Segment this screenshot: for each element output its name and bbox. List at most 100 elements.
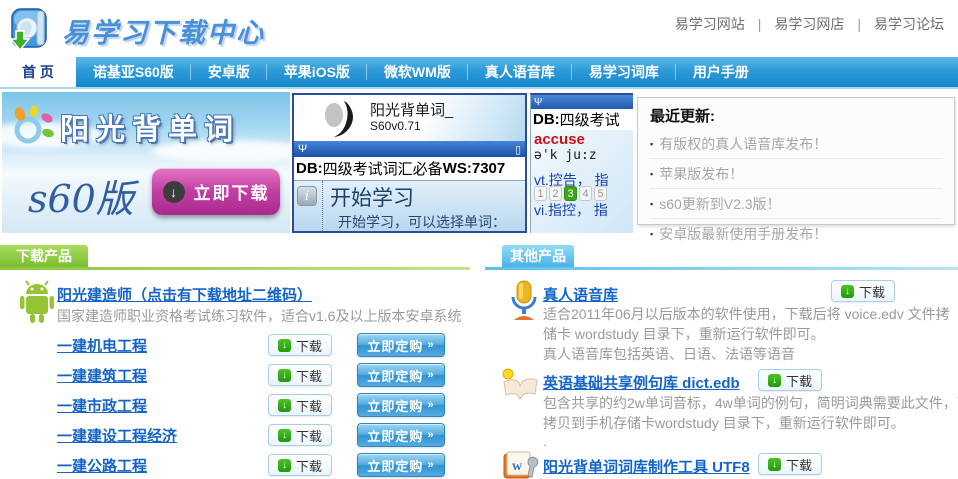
- update-text: 安卓版最新使用手册发布！: [659, 224, 827, 244]
- download-button[interactable]: ↓ 下载: [758, 369, 822, 391]
- download-button[interactable]: ↓ 下载: [268, 334, 332, 356]
- bullet-icon: ▪: [650, 140, 653, 149]
- product-row: 一建市政工程 ↓ 下载 立即定购 »: [57, 390, 457, 420]
- promo-banner[interactable]: 阳光背单词 s60版 ↓ 立即下载: [2, 92, 290, 233]
- nav-user-manual[interactable]: 用户手册: [676, 57, 766, 87]
- download-label: 下载: [786, 371, 812, 390]
- banner-title: 阳光背单词: [60, 106, 240, 148]
- download-button[interactable]: ↓ 下载: [268, 454, 332, 476]
- site-title: 易学习下载中心: [62, 11, 265, 50]
- page-5[interactable]: 5: [594, 186, 607, 201]
- desc-line: 真人语音库包括英语、日语、法语等语音: [543, 344, 795, 364]
- page-4[interactable]: 4: [579, 186, 592, 201]
- order-button[interactable]: 立即定购 »: [357, 363, 445, 387]
- app-splash: 阳光背单词_ S60v0.71: [294, 95, 525, 141]
- top-links: 易学习网站 | 易学习网店 | 易学习论坛: [675, 14, 944, 34]
- download-button[interactable]: ↓ 下载: [268, 424, 332, 446]
- download-arrow-icon: ↓: [768, 458, 781, 471]
- order-button[interactable]: 立即定购 »: [357, 393, 445, 417]
- desc-line: 适合2011年06月以后版本的软件使用，下载后将 voice.edv 文件拷: [543, 304, 950, 324]
- order-label: 立即定购: [367, 456, 423, 475]
- other-product-link-dict[interactable]: 英语基础共享例句库 dict.edb: [543, 372, 740, 393]
- order-arrow-icon: »: [427, 399, 434, 411]
- order-arrow-icon: »: [427, 369, 434, 381]
- banner-download-label: 立即下载: [194, 179, 270, 204]
- microphone-icon[interactable]: [506, 279, 542, 326]
- order-button[interactable]: 立即定购 »: [357, 453, 445, 477]
- app-title: 阳光背单词_: [370, 99, 453, 120]
- download-button[interactable]: ↓ 下载: [268, 364, 332, 386]
- download-button[interactable]: ↓ 下载: [268, 394, 332, 416]
- product-link-gonglu[interactable]: 一建公路工程: [57, 455, 268, 476]
- download-arrow-icon: ↓: [841, 285, 854, 298]
- banner-subtitle: s60版: [28, 168, 134, 223]
- word-meaning-vi: vi.指控， 指: [534, 200, 608, 220]
- other-product-link-voice[interactable]: 真人语音库: [543, 284, 618, 305]
- nav-voice-library[interactable]: 真人语音库: [468, 57, 572, 87]
- page-1[interactable]: 1: [534, 186, 547, 201]
- app-menu: i 开始学习 开始学习，可以选择单词：: [294, 180, 525, 231]
- menu-item-desc: 开始学习，可以选择单词：: [338, 212, 506, 232]
- book-examples-icon[interactable]: [500, 366, 540, 407]
- db-label: DB:: [296, 160, 323, 177]
- banner-download-button[interactable]: ↓ 立即下载: [152, 168, 280, 215]
- download-label: 下载: [296, 396, 322, 415]
- page: 易学习下载中心 易学习网站 | 易学习网店 | 易学习论坛 首 页 诺基亚S60…: [0, 0, 958, 479]
- top-link-forum[interactable]: 易学习论坛: [874, 14, 944, 34]
- update-item[interactable]: ▪ 苹果版发布！: [650, 159, 942, 189]
- nav-apple-ios[interactable]: 苹果iOS版: [267, 57, 367, 87]
- other-product-link-utf8-tool[interactable]: 阳光背单词词库制作工具 UTF8: [543, 456, 750, 477]
- download-label: 下载: [859, 282, 885, 301]
- product-row: 一建建设工程经济 ↓ 下载 立即定购 »: [57, 420, 457, 450]
- tab-download-products[interactable]: 下载产品: [0, 245, 88, 267]
- update-item[interactable]: ▪ s60更新到V2.3版！: [650, 189, 942, 219]
- download-label: 下载: [296, 456, 322, 475]
- product-link-jingji[interactable]: 一建建设工程经济: [57, 425, 268, 446]
- top-link-website[interactable]: 易学习网站: [675, 14, 745, 34]
- product-list: 一建机电工程 ↓ 下载 立即定购 » 一建建筑工程 ↓ 下载 立即定购 » 一建…: [57, 330, 457, 479]
- download-arrow-icon: ↓: [768, 374, 781, 387]
- download-button[interactable]: ↓ 下载: [831, 280, 895, 302]
- nav-dictionary[interactable]: 易学习词库: [572, 57, 676, 87]
- order-label: 立即定购: [367, 336, 423, 355]
- download-button[interactable]: ↓ 下载: [758, 453, 822, 475]
- toolkit-icon[interactable]: w: [502, 450, 540, 479]
- bullet-icon: ▪: [650, 200, 653, 209]
- download-label: 下载: [786, 455, 812, 474]
- product-row: 一建建筑工程 ↓ 下载 立即定购 »: [57, 360, 457, 390]
- backpack-download-icon: [6, 3, 54, 58]
- android-robot-icon[interactable]: [16, 280, 58, 329]
- product-link-jidian[interactable]: 一建机电工程: [57, 335, 268, 356]
- site-logo[interactable]: 易学习下载中心: [6, 3, 265, 58]
- order-button[interactable]: 立即定购 »: [357, 423, 445, 447]
- update-item[interactable]: ▪ 安卓版最新使用手册发布！: [650, 219, 942, 248]
- order-label: 立即定购: [367, 396, 423, 415]
- app-screenshot-word: Ψ DB: 四级考试 accuse ə'k ju:z vt.控告， 指 vi.指…: [530, 93, 633, 233]
- product-link-jianzhu[interactable]: 一建建筑工程: [57, 365, 268, 386]
- page-2[interactable]: 2: [549, 186, 562, 201]
- word-headword: accuse: [534, 131, 585, 148]
- product-link-shizheng[interactable]: 一建市政工程: [57, 395, 268, 416]
- bullet-icon: ▪: [650, 230, 653, 239]
- phone-status-bar: Ψ: [531, 95, 633, 109]
- top-link-store[interactable]: 易学习网店: [774, 14, 844, 34]
- nav-android[interactable]: 安卓版: [191, 57, 267, 87]
- download-arrow-icon: ↓: [278, 399, 291, 412]
- nav-nokia-s60[interactable]: 诺基亚S60版: [76, 57, 191, 87]
- download-arrow-icon: ↓: [278, 339, 291, 352]
- page-3-active[interactable]: 3: [564, 186, 577, 201]
- tab-other-products[interactable]: 其他产品: [502, 245, 574, 267]
- nav-home[interactable]: 首 页: [0, 57, 76, 87]
- order-button[interactable]: 立即定购 »: [357, 333, 445, 357]
- db-name: 四级考试词汇必备: [323, 158, 443, 179]
- nav-windows-mobile[interactable]: 微软WM版: [367, 57, 468, 87]
- featured-product-link[interactable]: 阳光建造师（点击有下载地址二维码）: [57, 284, 312, 305]
- app-screenshot-main: 阳光背单词_ S60v0.71 Ψ ▯ DB: 四级考试词汇必备 WS:7307…: [292, 93, 527, 233]
- download-arrow-icon: ↓: [278, 459, 291, 472]
- header: 易学习下载中心 易学习网站 | 易学习网店 | 易学习论坛: [0, 0, 958, 55]
- update-item[interactable]: ▪ 有版权的真人语音库发布！: [650, 129, 942, 159]
- recent-updates-panel: 最近更新: ▪ 有版权的真人语音库发布！ ▪ 苹果版发布！ ▪ s60更新到V2…: [637, 97, 955, 225]
- order-label: 立即定购: [367, 426, 423, 445]
- battery-icon: ▯: [515, 143, 521, 156]
- word-card: accuse ə'k ju:z vt.控告， 指 vi.指控， 指 1 2 3 …: [531, 130, 633, 233]
